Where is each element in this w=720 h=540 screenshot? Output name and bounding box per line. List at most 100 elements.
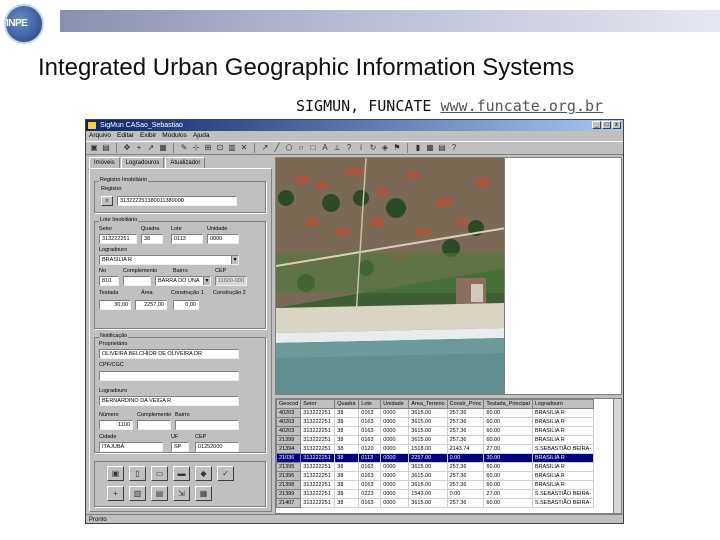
- column-header[interactable]: Logradouro: [531, 399, 595, 409]
- help-icon[interactable]: ?: [449, 143, 459, 153]
- add-button[interactable]: +: [107, 486, 124, 501]
- table-row[interactable]: 21398 313222251 38 0163 0000 3615.00 257.36 60.…: [276, 480, 595, 490]
- menu-editar[interactable]: Editar: [117, 131, 134, 141]
- table-scrollbar[interactable]: [613, 399, 621, 513]
- snap-icon[interactable]: ⊡: [215, 143, 225, 153]
- bairro-select[interactable]: BARRA DO UNA ▼: [155, 276, 211, 286]
- lote-field[interactable]: 0113: [171, 234, 203, 244]
- query-icon[interactable]: ?: [344, 143, 354, 153]
- proprietario-field[interactable]: OLIVEIRA BELCHIOR DE OLIVEIRA DR: [99, 349, 239, 359]
- bairro2-field[interactable]: [175, 420, 239, 430]
- funcate-link[interactable]: www.funcate.org.br: [441, 97, 604, 115]
- tab-imoveis[interactable]: Imóveis: [89, 157, 120, 168]
- save-icon[interactable]: ▤: [101, 143, 111, 153]
- setor-field[interactable]: 313222251: [99, 234, 137, 244]
- table-row[interactable]: 21394 313222251 38 0120 0000 1518.00 2143.74 27…: [276, 444, 595, 454]
- satellite-map-view[interactable]: [275, 157, 505, 395]
- minimize-button[interactable]: _: [592, 121, 601, 129]
- tab-logradouros[interactable]: Logradouros: [120, 157, 165, 168]
- cpf-field[interactable]: [99, 371, 239, 381]
- flag-icon[interactable]: ⚑: [392, 143, 402, 153]
- print-button[interactable]: ▤: [151, 486, 168, 501]
- tab-atualizador[interactable]: Atualizador: [165, 157, 206, 168]
- no-field[interactable]: 810: [99, 276, 119, 286]
- select-icon[interactable]: ➚: [146, 143, 156, 153]
- layer-icon[interactable]: ▥: [227, 143, 237, 153]
- edit-icon[interactable]: ✎: [179, 143, 189, 153]
- menu-ajuda[interactable]: Ajuda: [193, 131, 210, 141]
- numero-field[interactable]: 1100: [99, 420, 133, 430]
- menu-arquivo[interactable]: Arquivo: [89, 131, 111, 141]
- open-icon[interactable]: ▣: [89, 143, 99, 153]
- table-row[interactable]: 40203 313222251 38 0163 0000 3615.00 257.36 60.…: [276, 417, 595, 427]
- table-row[interactable]: 21399 313222251 38 0223 0000 1543.00 0.00 27.00…: [276, 489, 595, 499]
- column-header[interactable]: Area_Terreno: [408, 399, 448, 409]
- report-button[interactable]: ▦: [195, 486, 212, 501]
- menu-modulos[interactable]: Módulos: [162, 131, 187, 141]
- table-row[interactable]: 21395 313222251 38 0163 0000 3615.00 257.36 60.…: [276, 462, 595, 472]
- registro-field[interactable]: 313222251380011380000: [117, 196, 237, 206]
- table-row[interactable]: 40203 313222251 38 0163 0000 3615.00 257.36 60.…: [276, 426, 595, 436]
- grid-icon[interactable]: ⊞: [203, 143, 213, 153]
- column-header[interactable]: Setor: [300, 399, 336, 409]
- cep-field[interactable]: 11600-000: [215, 276, 247, 286]
- confirm-button[interactable]: ✓: [217, 466, 234, 481]
- bookmark-button[interactable]: ◆: [195, 466, 212, 481]
- edit-record-button[interactable]: ▭: [151, 466, 168, 481]
- rectangle-icon[interactable]: □: [308, 143, 318, 153]
- cidade-field[interactable]: ITAJUBÁ: [99, 442, 163, 452]
- circle-icon[interactable]: ○: [296, 143, 306, 153]
- print-icon[interactable]: ▦: [158, 143, 168, 153]
- menu-exibir[interactable]: Exibir: [140, 131, 156, 141]
- map-icon[interactable]: ◈: [380, 143, 390, 153]
- close-button[interactable]: x: [612, 121, 621, 129]
- pointer-icon[interactable]: ↗: [260, 143, 270, 153]
- chevron-down-icon[interactable]: ▼: [231, 256, 238, 264]
- column-header[interactable]: Lote: [358, 399, 382, 409]
- quadra-field[interactable]: 38: [141, 234, 163, 244]
- info-icon[interactable]: i: [356, 143, 366, 153]
- complemento2-field[interactable]: [137, 420, 171, 430]
- new-record-button[interactable]: ▣: [107, 466, 124, 481]
- refresh-icon[interactable]: ↻: [368, 143, 378, 153]
- report-icon[interactable]: ▤: [437, 143, 447, 153]
- table-cell: 257.36: [446, 426, 485, 436]
- table-row[interactable]: 40203 313222251 38 0163 0000 3615.00 257.36 60.…: [276, 408, 595, 418]
- line-icon[interactable]: ╱: [272, 143, 282, 153]
- column-header[interactable]: Geocod: [276, 399, 302, 409]
- trash-button[interactable]: ▥: [129, 486, 146, 501]
- cep2-field[interactable]: 01252000: [195, 442, 239, 452]
- column-header[interactable]: Constr_Princ: [446, 399, 485, 409]
- table-icon[interactable]: ▦: [425, 143, 435, 153]
- copy-button[interactable]: ▯: [129, 466, 146, 481]
- table-row[interactable]: 21399 313222251 38 0163 0000 3615.00 257.36 60.…: [276, 435, 595, 445]
- area-field[interactable]: 2257,00: [135, 300, 167, 310]
- pan-icon[interactable]: ✥: [122, 143, 132, 153]
- testada-field[interactable]: 30,00: [99, 300, 131, 310]
- folder-button[interactable]: ▬: [173, 466, 190, 481]
- measure-icon[interactable]: ⟂: [332, 143, 342, 153]
- table-row[interactable]: 21407 313222251 38 0163 0000 3615.00 257.36 60.…: [276, 498, 595, 508]
- search-registro-button[interactable]: ⌕: [101, 196, 113, 206]
- table-row[interactable]: 21036 313222251 38 0113 0000 2257.00 0.00 30.00…: [276, 453, 595, 463]
- logradouro-select[interactable]: BRASILIA R ▼: [99, 255, 239, 265]
- uf-field[interactable]: SP: [171, 442, 189, 452]
- column-header[interactable]: Unidade: [380, 399, 410, 409]
- chart-icon[interactable]: ▮: [413, 143, 423, 153]
- export-button[interactable]: ⇲: [173, 486, 190, 501]
- text-icon[interactable]: A: [320, 143, 330, 153]
- chevron-down-icon[interactable]: ▼: [203, 277, 210, 285]
- zoom-in-icon[interactable]: +: [134, 143, 144, 153]
- node-icon[interactable]: ⊹: [191, 143, 201, 153]
- table-row[interactable]: 21396 313222251 38 0163 0000 3615.00 257.36 60.…: [276, 471, 595, 481]
- complemento-field[interactable]: [123, 276, 151, 286]
- column-header[interactable]: Quadra: [334, 399, 360, 409]
- logradouro2-field[interactable]: BERNARDINO DA VEIGA R: [99, 396, 239, 406]
- table-cell: 313222251: [300, 417, 336, 427]
- unidade-field[interactable]: 0000: [207, 234, 239, 244]
- construcao1-field[interactable]: 0,00: [173, 300, 199, 310]
- maximize-button[interactable]: □: [602, 121, 611, 129]
- polygon-icon[interactable]: ⬠: [284, 143, 294, 153]
- column-header[interactable]: Testada_Principal: [483, 399, 533, 409]
- delete-icon[interactable]: ✕: [239, 143, 249, 153]
